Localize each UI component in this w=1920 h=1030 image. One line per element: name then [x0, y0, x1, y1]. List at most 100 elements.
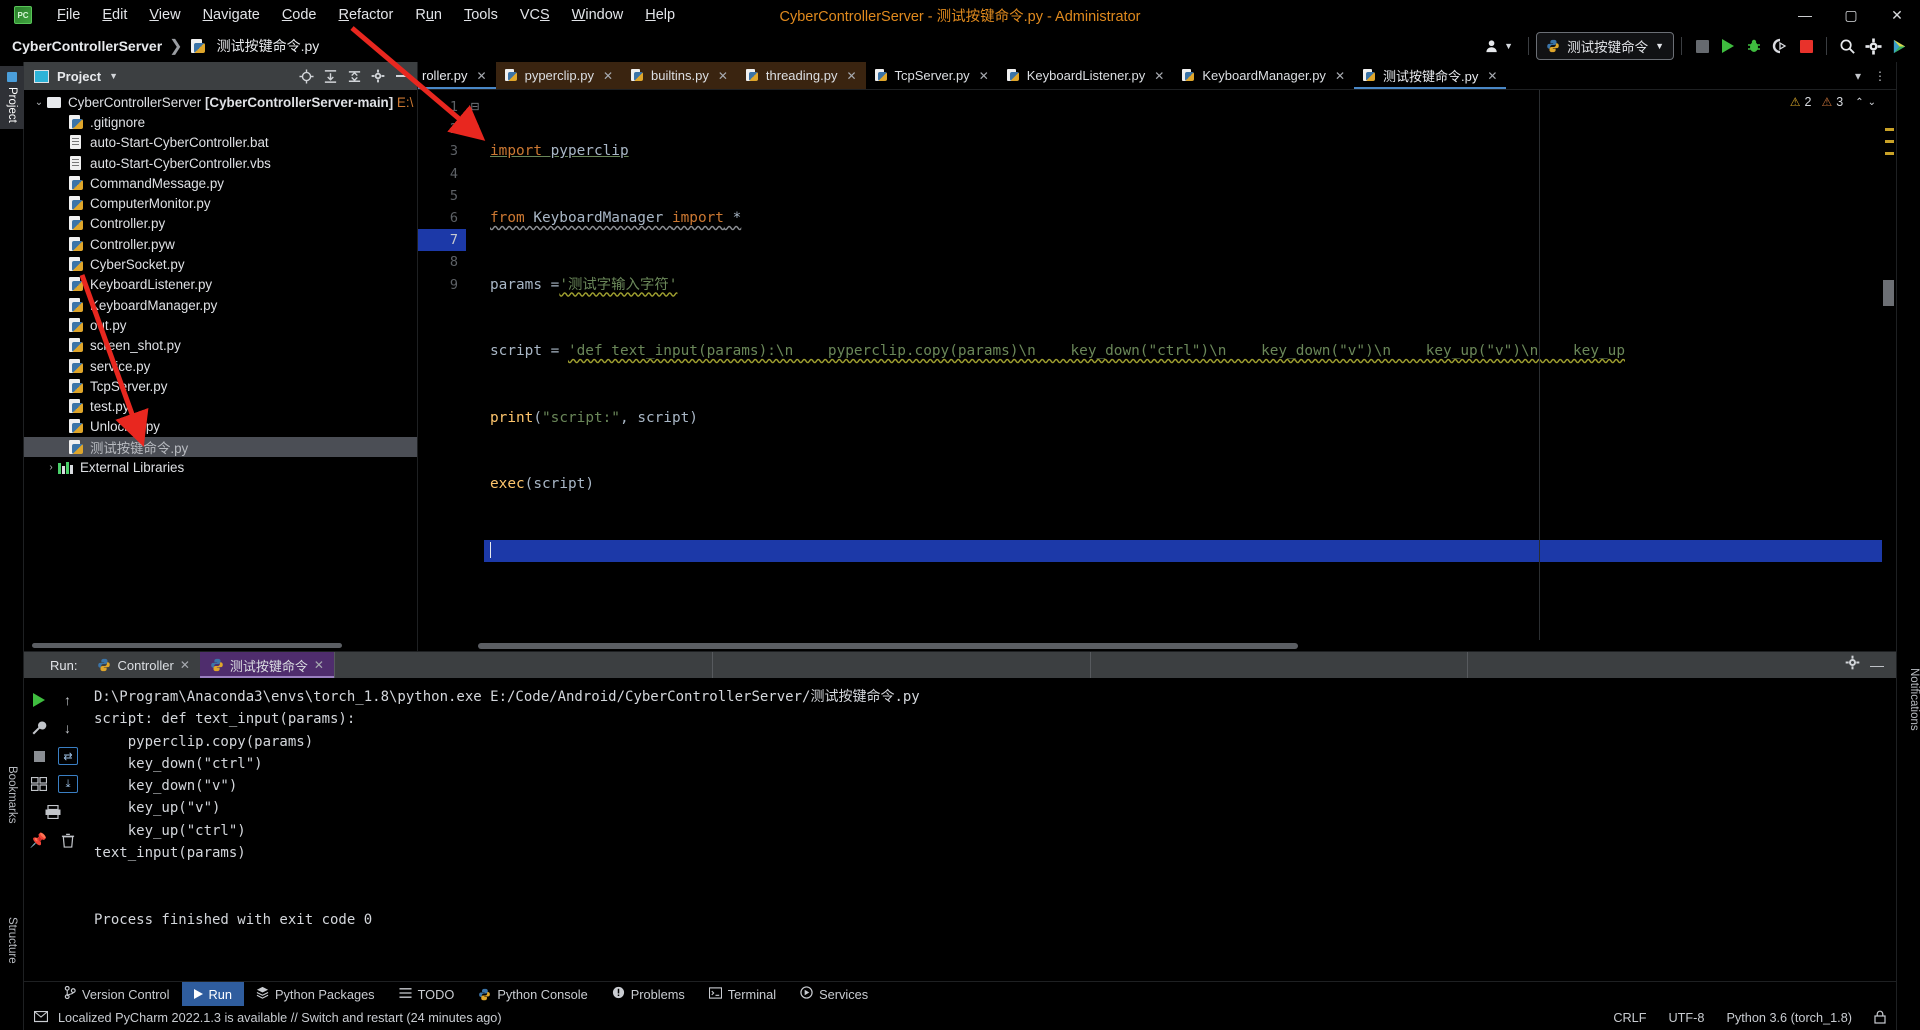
fold-marker[interactable]: ⊟ [466, 118, 484, 140]
scroll-down-icon[interactable]: ↓ [57, 717, 79, 739]
menu-item-view[interactable]: View [138, 3, 191, 27]
menu-item-run[interactable]: Run [404, 3, 453, 27]
tree-row-root[interactable]: ⌄ CyberControllerServer [CyberController… [24, 92, 417, 112]
tree-row-screenshot[interactable]: screen_shot.py [24, 336, 417, 356]
expand-arrow-icon[interactable]: › [44, 462, 58, 473]
tree-row-selected-file[interactable]: 测试按键命令.py [24, 437, 417, 458]
menu-item-tools[interactable]: Tools [453, 3, 509, 27]
search-everywhere-button[interactable] [1834, 34, 1860, 58]
minimize-button[interactable]: — [1782, 0, 1828, 30]
run-settings-icon[interactable] [1845, 655, 1860, 675]
menu-item-edit[interactable]: Edit [91, 3, 138, 27]
project-caret-icon[interactable]: ▼ [109, 71, 118, 81]
bottom-tab-problems[interactable]: Problems [600, 982, 697, 1007]
tab-close-icon[interactable]: ✕ [1154, 69, 1164, 83]
tree-row-test[interactable]: test.py [24, 396, 417, 416]
editor-tab-active-file[interactable]: 测试按键命令.py ✕ [1354, 62, 1507, 89]
update-ide-button[interactable] [1886, 34, 1912, 58]
tree-row-keyboardmanager[interactable]: KeyboardManager.py [24, 295, 417, 315]
run-tab-close-icon[interactable]: ✕ [180, 658, 190, 672]
tab-close-icon[interactable]: ✕ [1335, 69, 1345, 83]
tree-row-controller-py[interactable]: Controller.py [24, 214, 417, 234]
tree-row-external-libraries[interactable]: › External Libraries [24, 457, 417, 477]
sidebar-item-bookmarks[interactable]: Bookmarks [0, 760, 24, 830]
run-configuration-selector[interactable]: 测试按键命令 ▼ [1536, 32, 1674, 60]
status-message[interactable]: Localized PyCharm 2022.1.3 is available … [58, 1011, 502, 1025]
editor-tab-builtins[interactable]: builtins.py ✕ [622, 62, 737, 89]
soft-wrap-icon[interactable]: ⇄ [58, 747, 78, 765]
tree-row-commandmessage[interactable]: CommandMessage.py [24, 173, 417, 193]
stop-icon[interactable] [28, 745, 50, 767]
run-with-coverage-button[interactable] [1767, 34, 1793, 58]
project-settings-icon[interactable] [367, 65, 389, 87]
sidebar-item-structure[interactable]: Structure [0, 911, 24, 970]
tree-row-gitignore[interactable]: .gitignore [24, 112, 417, 132]
editor-tab-threading[interactable]: threading.py ✕ [736, 62, 866, 89]
collapse-all-icon[interactable] [343, 65, 365, 87]
inspection-scrollbar[interactable] [1882, 90, 1896, 640]
maximize-button[interactable]: ▢ [1828, 0, 1874, 30]
menu-item-navigate[interactable]: Navigate [192, 3, 271, 27]
editor-tab-keyboardlistener[interactable]: KeyboardListener.py ✕ [997, 62, 1174, 89]
menu-item-window[interactable]: Window [561, 3, 635, 27]
bottom-tab-python-console[interactable]: Python Console [466, 982, 599, 1007]
hide-panel-icon[interactable] [391, 65, 413, 87]
run-tab-close-icon[interactable]: ✕ [314, 658, 324, 672]
tab-close-icon[interactable]: ✕ [1487, 69, 1497, 83]
bottom-tab-run[interactable]: Run [181, 981, 244, 1007]
tab-close-icon[interactable]: ✕ [718, 69, 728, 83]
bottom-tab-todo[interactable]: TODO [387, 982, 467, 1007]
stop-grey-button[interactable] [1689, 34, 1715, 58]
tab-close-icon[interactable]: ✕ [603, 69, 613, 83]
interpreter-indicator[interactable]: Python 3.6 (torch_1.8) [1726, 1011, 1852, 1025]
scrollbar-thumb[interactable] [1883, 280, 1894, 306]
tree-row-vbs[interactable]: auto-Start-CyberController.vbs [24, 153, 417, 173]
tab-close-icon[interactable]: ✕ [477, 69, 487, 83]
scroll-to-end-icon[interactable]: ⤓ [58, 775, 78, 793]
project-tree-hscrollbar[interactable] [32, 643, 417, 648]
expand-all-icon[interactable] [319, 65, 341, 87]
rerun-icon[interactable] [28, 689, 50, 711]
menu-item-refactor[interactable]: Refactor [328, 3, 405, 27]
breadcrumb-file[interactable]: 测试按键命令.py [190, 36, 319, 56]
tree-row-computermonitor[interactable]: ComputerMonitor.py [24, 193, 417, 213]
hide-run-panel-icon[interactable]: — [1870, 657, 1884, 673]
lock-icon[interactable] [1874, 1010, 1886, 1027]
menu-item-vcs[interactable]: VCS [509, 3, 561, 27]
next-problem-icon[interactable]: ⌄ [1868, 97, 1876, 108]
tree-row-unlocker[interactable]: Unlocker.py [24, 417, 417, 437]
project-tree[interactable]: ⌄ CyberControllerServer [CyberController… [24, 90, 417, 651]
editor-tab-roller[interactable]: roller.py ✕ [418, 62, 496, 89]
code-fold-gutter[interactable]: ⊟ ⊟ [466, 90, 484, 640]
stop-button[interactable] [1793, 34, 1819, 58]
bottom-tab-terminal[interactable]: Terminal [697, 982, 788, 1007]
tree-row-service[interactable]: service.py [24, 356, 417, 376]
menu-item-file[interactable]: File [46, 3, 91, 27]
tab-close-icon[interactable]: ✕ [846, 69, 856, 83]
run-button[interactable] [1715, 34, 1741, 58]
run-console-output[interactable]: D:\Program\Anaconda3\envs\torch_1.8\pyth… [82, 678, 1896, 981]
pin-icon[interactable]: 📌 [28, 829, 50, 851]
tree-row-tcpserver[interactable]: TcpServer.py [24, 376, 417, 396]
debug-button[interactable] [1741, 34, 1767, 58]
bottom-tab-version-control[interactable]: Version Control [52, 982, 182, 1007]
tree-row-bat[interactable]: auto-Start-CyberController.bat [24, 133, 417, 153]
tree-row-controller-pyw[interactable]: Controller.pyw [24, 234, 417, 254]
tree-row-cybersocket[interactable]: CyberSocket.py [24, 254, 417, 274]
bottom-tab-services[interactable]: Services [788, 982, 880, 1007]
inspection-summary[interactable]: ⚠ 2 ⚠ 3 ⌃ ⌄ [1790, 95, 1876, 109]
tab-menu-icon[interactable]: ⋮ [1870, 69, 1890, 83]
sidebar-item-project[interactable]: Project [0, 66, 24, 129]
tree-row-out[interactable]: out.py [24, 315, 417, 335]
run-tab-active[interactable]: 测试按键命令 ✕ [199, 652, 335, 678]
scroll-up-icon[interactable]: ↑ [57, 689, 79, 711]
run-tab-controller[interactable]: Controller ✕ [87, 652, 199, 678]
breadcrumb-project[interactable]: CyberControllerServer [12, 38, 162, 54]
code-text[interactable]: import pyperclip from KeyboardManager im… [484, 90, 1896, 640]
editor-hscrollbar[interactable] [418, 640, 1896, 651]
locate-file-icon[interactable] [295, 65, 317, 87]
sidebar-item-notifications[interactable]: Notifications [1896, 662, 1920, 737]
account-button[interactable]: ▼ [1477, 37, 1521, 56]
code-editor[interactable]: 1 2 3 4 5 6 7 8 9 ⊟ ⊟ import pyperclip f… [418, 90, 1896, 640]
tree-row-keyboardlistener[interactable]: KeyboardListener.py [24, 275, 417, 295]
